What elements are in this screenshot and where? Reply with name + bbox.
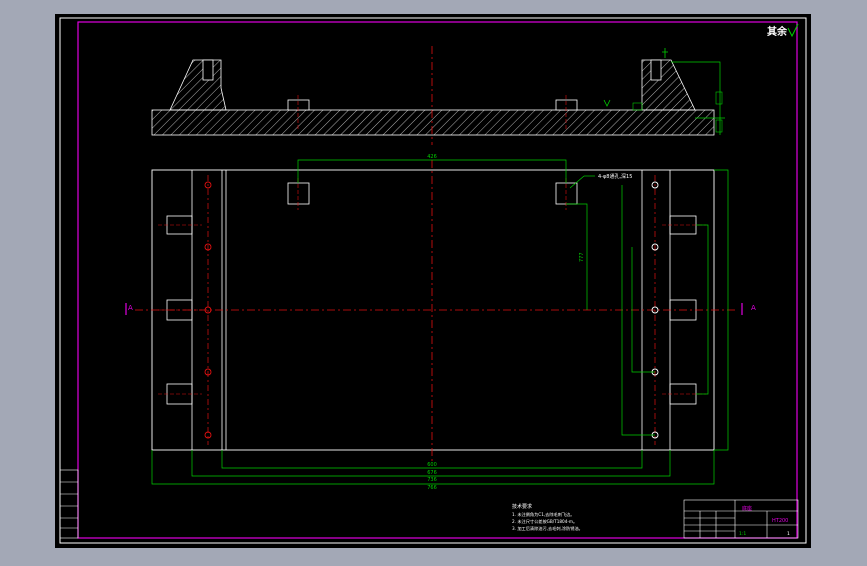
section-right-bolt-hole: [650, 59, 662, 81]
section-left-pad: [287, 99, 310, 111]
tech-requirement-1: 1. 未注倒角为C1,去除毛刺飞边。: [512, 511, 575, 518]
bottom-dimension-labels: 600 676 736 766: [427, 462, 437, 491]
tech-requirement-3: 3. 加工后清除油污,去毛刺,涂防锈油。: [512, 525, 583, 532]
scale-text: 1:1: [739, 531, 746, 537]
tech-requirements-heading: 技术要求: [512, 503, 532, 510]
svg-text:A: A: [751, 304, 756, 312]
top-dimension-text: 426: [427, 154, 437, 160]
svg-text:A: A: [128, 304, 133, 312]
dimension-736: 736: [427, 477, 437, 483]
side-dimension-text: 777: [579, 252, 585, 262]
dimension-600: 600: [427, 462, 437, 468]
part-name-text: 底座: [742, 505, 752, 512]
section-right-pad: [555, 99, 578, 111]
section-base-plate: [151, 109, 715, 136]
hole-note-text: 4-φ8通孔,深15: [598, 173, 632, 180]
tech-requirement-2: 2. 未注尺寸公差按GB/T1804-m。: [512, 518, 577, 525]
dimension-676: 676: [427, 470, 437, 476]
sheet-number-text: 1: [787, 531, 790, 537]
corner-mark-text: 其余: [767, 25, 788, 38]
section-left-bolt-hole: [202, 59, 214, 81]
material-text: HT200: [772, 518, 788, 524]
drawing-canvas: 其余 426 777 4-φ8通孔,深15 600 676 736 766 A …: [55, 14, 811, 548]
cad-viewport: 其余 426 777 4-φ8通孔,深15 600 676 736 766 A …: [0, 0, 867, 562]
dimension-766: 766: [427, 485, 437, 491]
